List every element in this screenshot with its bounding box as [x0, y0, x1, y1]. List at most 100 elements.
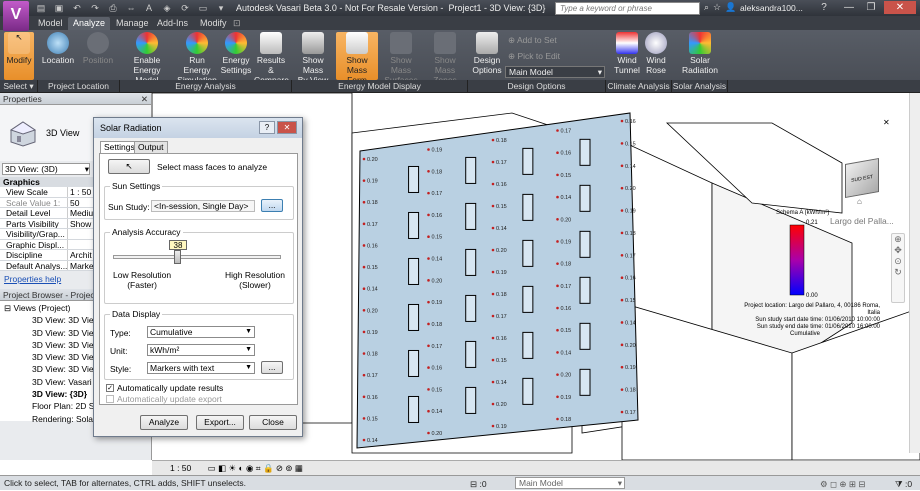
- type-select[interactable]: Cumulative ▼: [147, 326, 255, 338]
- dialog-help-button[interactable]: ?: [259, 121, 275, 134]
- lock-view-icon[interactable]: 🔒: [263, 463, 274, 473]
- analysis-marker: [556, 417, 559, 421]
- filter-icon[interactable]: ⧩ :0: [895, 477, 912, 491]
- analysis-marker: [491, 380, 495, 384]
- tab-add-ins[interactable]: Add-Ins: [152, 17, 193, 30]
- tab-output[interactable]: Output: [134, 141, 168, 153]
- user-name[interactable]: aleksandra100...: [740, 3, 803, 13]
- property-key: Discipline: [0, 250, 68, 260]
- tab-settings[interactable]: Settings: [100, 141, 139, 153]
- enable-energy-model-button[interactable]: Enable EnergyModel: [120, 32, 174, 85]
- ribbon-minimize-icon[interactable]: ⊡: [228, 17, 246, 30]
- maximize-button[interactable]: ❐: [862, 1, 880, 14]
- export-button[interactable]: Export...: [196, 415, 244, 430]
- tab-model[interactable]: Model: [33, 17, 68, 30]
- mass-by-view-icon: [302, 32, 324, 54]
- orbit-icon[interactable]: ↻: [892, 267, 904, 278]
- sun-study-browse-button[interactable]: ...: [261, 199, 283, 212]
- auto-update-export-checkbox[interactable]: [106, 395, 114, 403]
- search-icon[interactable]: ⌕: [704, 2, 709, 13]
- sync-icon[interactable]: ⟳: [178, 2, 192, 14]
- position-button[interactable]: Position: [80, 32, 116, 80]
- wind-rose-button[interactable]: Wind Rose: [642, 32, 670, 80]
- auto-update-results-checkbox[interactable]: ✓: [106, 384, 114, 392]
- wind-tunnel-button[interactable]: Wind Tunnel: [612, 32, 642, 80]
- style-browse-button[interactable]: ...: [261, 361, 283, 374]
- open-icon[interactable]: ▤: [34, 2, 48, 14]
- analysis-marker-label: 0.15: [625, 298, 636, 304]
- analyze-button[interactable]: Analyze: [140, 415, 188, 430]
- save-icon[interactable]: ▣: [52, 2, 66, 14]
- style-select[interactable]: Markers with text ▼: [147, 362, 255, 374]
- analysis-marker: [362, 265, 366, 269]
- detail-level-icon[interactable]: ▭: [208, 463, 216, 473]
- accuracy-slider-thumb[interactable]: [173, 250, 181, 264]
- facade-window: [465, 340, 477, 368]
- run-energy-simulation-button[interactable]: Run EnergySimulation: [176, 32, 218, 85]
- undo-icon[interactable]: ↶: [70, 2, 84, 14]
- solar-radiation-button[interactable]: Solar Radiation: [678, 32, 722, 80]
- view-cube[interactable]: SUD EST: [845, 158, 879, 198]
- measure-icon[interactable]: ⇔: [124, 2, 138, 14]
- sun-path-icon[interactable]: ☀: [228, 463, 236, 473]
- tab-analyze[interactable]: Analyze: [68, 17, 111, 30]
- qat-dropdown-icon[interactable]: ▾: [214, 2, 228, 14]
- dialog-close-icon[interactable]: ✕: [277, 121, 297, 134]
- show-mass-form-button[interactable]: Show MassForm: [336, 32, 378, 85]
- design-options-button[interactable]: Design Options: [470, 32, 504, 80]
- solar-radiation-icon: [689, 32, 711, 54]
- analysis-display-icon[interactable]: ▦: [295, 463, 303, 473]
- crop-icon[interactable]: ⌗: [256, 463, 261, 473]
- location-button[interactable]: Location: [40, 32, 76, 80]
- close-dialog-button[interactable]: Close: [249, 415, 297, 430]
- close-button[interactable]: ✕: [884, 1, 916, 14]
- vertical-scrollbar[interactable]: [909, 93, 920, 453]
- user-icon[interactable]: 👤: [725, 2, 736, 13]
- navigation-bar[interactable]: ⊕ ✥ ⊙ ↻: [891, 233, 905, 303]
- show-mass-zones-button[interactable]: Show MassZones: [424, 32, 466, 85]
- help-icon[interactable]: ?: [815, 1, 833, 14]
- results-compare-button[interactable]: Results &Compare: [254, 32, 289, 85]
- show-mass-by-view-button[interactable]: Show MassBy View: [292, 32, 334, 85]
- search-input[interactable]: Type a keyword or phrase: [555, 2, 700, 15]
- home-view-icon[interactable]: ⌂: [857, 197, 862, 206]
- close-properties-icon[interactable]: ✕: [141, 93, 151, 105]
- redo-icon[interactable]: ↷: [88, 2, 102, 14]
- add-to-set-button[interactable]: ⊕ Add to Set: [508, 35, 557, 46]
- show-mass-surfaces-button[interactable]: Show MassSurfaces: [380, 32, 422, 85]
- tab-modify[interactable]: Modify: [195, 17, 232, 30]
- group-select[interactable]: Select ▾: [0, 80, 38, 92]
- viewport-close-icon[interactable]: ✕: [883, 118, 890, 127]
- subscription-icon[interactable]: ☆: [713, 2, 721, 13]
- main-model-select[interactable]: Main Model ▾: [505, 66, 605, 78]
- shadows-icon[interactable]: ◐: [238, 463, 243, 473]
- pan-icon[interactable]: ✥: [892, 245, 904, 256]
- dialog-title-bar[interactable]: Solar Radiation ? ✕: [94, 118, 302, 138]
- view-control-bar: 1 : 50 ▭ ◧ ☀ ◐ ◉ ⌗ 🔒 ⊘ ⊚ ▦: [152, 460, 920, 475]
- minimize-button[interactable]: —: [840, 1, 858, 14]
- pick-to-edit-button[interactable]: ⊕ Pick to Edit: [508, 51, 560, 62]
- zoom-icon[interactable]: ⊙: [892, 256, 904, 267]
- view-scale[interactable]: 1 : 50: [170, 463, 191, 473]
- 3d-view-icon[interactable]: ◈: [160, 2, 174, 14]
- energy-settings-button[interactable]: Energy Settings: [220, 32, 252, 80]
- reveal-hidden-icon[interactable]: ⊚: [285, 463, 292, 473]
- steering-wheel-icon[interactable]: ⊕: [892, 234, 904, 245]
- text-icon[interactable]: A: [142, 2, 156, 14]
- select-faces-button[interactable]: ↖: [108, 159, 150, 174]
- rendering-icon[interactable]: ◉: [246, 463, 253, 473]
- accuracy-slider-track[interactable]: [113, 255, 281, 259]
- visual-style-icon[interactable]: ◧: [218, 463, 226, 473]
- modify-button[interactable]: ↖ Modify: [4, 32, 34, 80]
- worksets-icon[interactable]: ⊟ :0: [470, 477, 487, 491]
- app-menu-button[interactable]: V: [3, 1, 29, 31]
- unit-select[interactable]: kWh/m² ▼: [147, 344, 255, 356]
- status-model-select[interactable]: Main Model ▾: [515, 477, 625, 489]
- close-views-icon[interactable]: ▭: [196, 2, 210, 14]
- analysis-marker-label: 0.20: [625, 186, 636, 192]
- tab-manage[interactable]: Manage: [111, 17, 154, 30]
- hide-isolate-icon[interactable]: ⊘: [276, 463, 283, 473]
- facade-window: [579, 368, 591, 396]
- view-instance-select[interactable]: 3D View: (3D) ▾: [2, 163, 90, 175]
- print-icon[interactable]: ⎙: [106, 2, 120, 14]
